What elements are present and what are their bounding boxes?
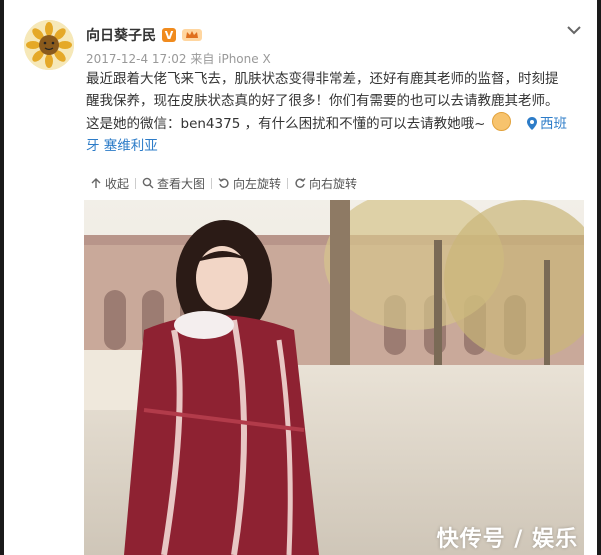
rotate-right-icon [295,178,306,188]
location-link-continued[interactable]: 牙 塞维利亚 [86,138,158,154]
watermark: 快传号 / 娱乐 [436,527,578,552]
view-large-button[interactable]: 查看大图 [136,175,211,192]
name-row: 向日葵子民 V [86,25,202,45]
post-header: 向日葵子民 V 2017-12-4 17:02 来自 iPhone X 最近跟着… [24,20,594,170]
collapse-button[interactable]: 收起 [84,175,135,192]
post-photo[interactable]: 快传号 / 娱乐 [84,200,584,555]
post-text-line: 最近跟着大佬飞来飞去，肌肤状态变得非常差，还好有鹿其老师的监督，时刻提 [86,71,559,87]
image-toolbar: 收起 查看大图 向左旋转 向右旋转 [84,170,363,196]
avatar[interactable] [24,20,74,70]
post-text-line: 醒我保养，现在皮肤状态真的好了很多！你们有需要的也可以去请教鹿其老师。 [86,93,559,109]
rotate-left-icon [218,178,229,188]
post-text-line: 牙 塞维利亚 [86,135,591,157]
post-text-line: 这是她的微信：ben4375 ，有什么困扰和不懂的可以去请教她哦~ 西班 [86,112,591,135]
collapse-arrow-icon [91,178,101,188]
sunflower-avatar-icon [24,20,74,70]
vip-crown-icon[interactable] [182,28,202,42]
post-text-segment: 这是她的微信：ben4375 ，有什么困扰和不懂的可以去请教她哦~ [86,116,486,132]
weibo-post-card: 向日葵子民 V 2017-12-4 17:02 来自 iPhone X 最近跟着… [4,0,597,555]
post-body: 最近跟着大佬飞来飞去，肌肤状态变得非常差，还好有鹿其老师的监督，时刻提 醒我保养… [86,68,591,157]
rotate-left-label: 向左旋转 [233,176,282,191]
rotate-left-button[interactable]: 向左旋转 [212,175,287,192]
verified-v-icon: V [162,28,176,42]
collapse-label: 收起 [105,176,130,191]
rotate-right-button[interactable]: 向右旋转 [288,175,363,192]
photo-scene [84,200,584,555]
post-meta: 2017-12-4 17:02 来自 iPhone X [86,52,271,66]
smile-emoji-icon [491,112,511,131]
magnifier-icon [142,177,154,189]
username[interactable]: 向日葵子民 [86,25,156,45]
chevron-down-icon[interactable] [564,20,584,40]
rotate-right-label: 向右旋转 [309,176,358,191]
location-pin-icon [526,117,537,130]
view-large-label: 查看大图 [157,176,206,191]
location-link[interactable]: 西班 [540,116,567,132]
